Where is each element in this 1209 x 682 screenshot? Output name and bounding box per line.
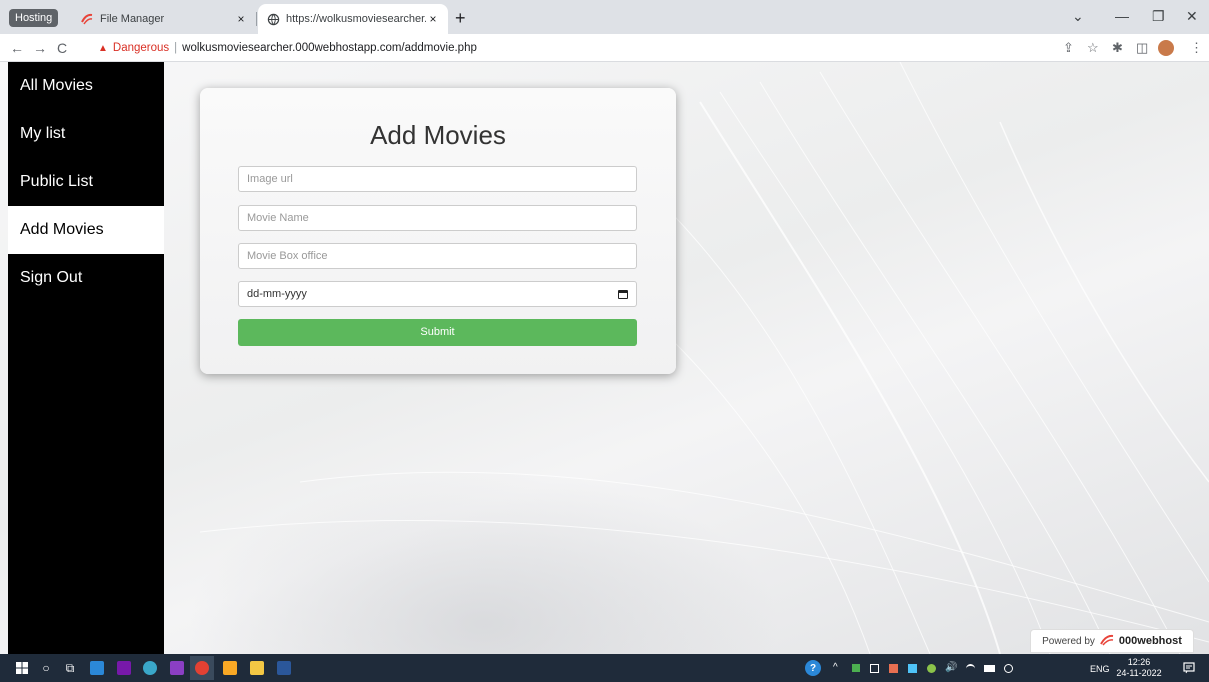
webhost-favicon-icon [80, 12, 94, 26]
security-status[interactable]: Dangerous [113, 42, 169, 54]
sidebar: All Movies My list Public List Add Movie… [8, 62, 164, 654]
reload-button[interactable]: C [57, 38, 67, 58]
file-explorer-icon[interactable] [248, 659, 266, 677]
profile-avatar[interactable] [1158, 40, 1174, 56]
tab-search-icon[interactable]: ⌄ [1072, 6, 1084, 26]
clock-time: 12:26 [1127, 657, 1151, 667]
browser-tab-strip: Hosting File Manager × https://wolkusmov… [0, 0, 1209, 34]
powered-by-badge[interactable]: Powered by 000webhost [1030, 629, 1194, 653]
warning-icon: ▲ [98, 42, 108, 54]
close-window-button[interactable]: ✕ [1186, 6, 1198, 26]
add-movie-form: Add Movies dd-mm-yyyy Submit [200, 88, 676, 374]
forward-button[interactable]: → [33, 38, 47, 58]
webhost-logo-icon [1099, 634, 1115, 649]
extensions-icon[interactable]: ✱ [1112, 39, 1123, 57]
powered-by-prefix: Powered by [1042, 635, 1095, 647]
language-indicator[interactable]: ENG [1090, 663, 1110, 675]
address-bar[interactable]: ▲ Dangerous | wolkusmoviesearcher.000web… [98, 39, 477, 57]
app-icon[interactable] [141, 659, 159, 677]
video-app-icon[interactable] [168, 659, 186, 677]
tray-app-icon[interactable] [927, 664, 936, 673]
battery-icon[interactable] [984, 665, 995, 672]
globe-icon [266, 12, 280, 26]
powered-by-brand: 000webhost [1118, 635, 1182, 647]
restore-button[interactable]: ❐ [1152, 6, 1165, 26]
search-icon[interactable]: ○ [37, 659, 55, 677]
sidebar-item-public-list[interactable]: Public List [8, 158, 164, 206]
url-text[interactable]: wolkusmoviesearcher.000webhostapp.com/ad… [182, 42, 477, 54]
back-button[interactable]: ← [10, 38, 24, 58]
tab-active-page[interactable]: https://wolkusmoviesearcher.000 × [258, 4, 448, 34]
help-icon[interactable]: ? [805, 660, 821, 676]
submit-button[interactable]: Submit [238, 319, 637, 346]
page-content: All Movies My list Public List Add Movie… [0, 62, 1209, 654]
tab-title: File Manager [100, 13, 165, 25]
mail-app-icon[interactable] [88, 659, 106, 677]
sidebar-item-my-list[interactable]: My list [8, 110, 164, 158]
close-icon[interactable]: × [426, 12, 440, 26]
image-url-input[interactable] [238, 166, 637, 192]
tray-chevron-icon[interactable]: ^ [833, 662, 838, 674]
tab-divider [256, 12, 257, 26]
share-icon[interactable]: ⇪ [1063, 39, 1074, 57]
box-office-input[interactable] [238, 243, 637, 269]
chrome-app-icon[interactable] [190, 656, 214, 680]
tray-app-icon[interactable] [889, 664, 898, 673]
tray-app-icon[interactable] [908, 664, 917, 673]
system-clock[interactable]: 12:26 24-11-2022 [1114, 657, 1164, 679]
tray-network-icon[interactable] [870, 664, 879, 673]
windows-taskbar: ○ ⧉ ? ^ 🔊 ENG 12:26 24-11-2022 [0, 654, 1209, 682]
sidebar-item-add-movies[interactable]: Add Movies [8, 206, 164, 254]
onenote-app-icon[interactable] [115, 659, 133, 677]
sidebar-item-all-movies[interactable]: All Movies [8, 62, 164, 110]
close-icon[interactable]: × [234, 12, 248, 26]
movie-name-input[interactable] [238, 205, 637, 231]
calendar-icon[interactable] [618, 289, 628, 299]
task-view-icon[interactable]: ⧉ [61, 659, 79, 677]
form-title: Add Movies [370, 120, 506, 150]
wifi-icon[interactable] [966, 664, 975, 673]
sublime-app-icon[interactable] [221, 659, 239, 677]
star-icon[interactable]: ☆ [1087, 39, 1099, 57]
side-panel-icon[interactable]: ◫ [1136, 39, 1148, 57]
menu-icon[interactable]: ⋮ [1190, 39, 1203, 57]
browser-toolbar: ← → C ▲ Dangerous | wolkusmoviesearcher.… [0, 34, 1209, 62]
clock-date: 24-11-2022 [1116, 668, 1162, 678]
volume-icon[interactable]: 🔊 [945, 662, 957, 674]
tab-title: https://wolkusmoviesearcher.000 [286, 13, 426, 25]
tab-file-manager[interactable]: File Manager × [72, 4, 256, 34]
notifications-icon[interactable] [1180, 659, 1198, 677]
word-app-icon[interactable] [275, 659, 293, 677]
minimize-button[interactable]: — [1115, 6, 1129, 26]
tab-group-label[interactable]: Hosting [9, 9, 59, 27]
release-date-input[interactable]: dd-mm-yyyy [238, 281, 637, 307]
new-tab-button[interactable]: + [455, 6, 466, 30]
tray-app-icon[interactable] [852, 664, 860, 672]
sidebar-item-sign-out[interactable]: Sign Out [8, 254, 164, 302]
address-separator: | [174, 42, 178, 54]
windows-start-icon[interactable] [13, 659, 31, 677]
date-placeholder: dd-mm-yyyy [247, 288, 307, 300]
pen-icon[interactable] [1004, 664, 1013, 673]
